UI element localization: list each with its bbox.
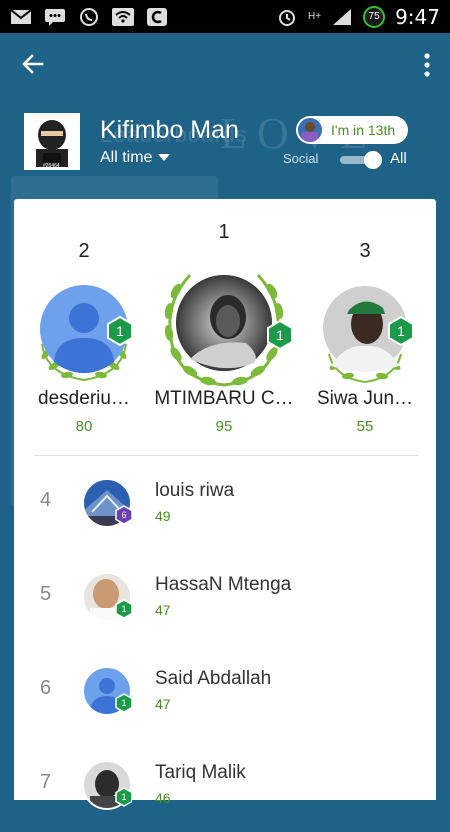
podium-rank: 1	[218, 221, 230, 243]
list-score: 47	[155, 602, 171, 618]
avatar: 6	[82, 478, 132, 528]
podium-score: 55	[356, 418, 374, 435]
list-item[interactable]: 6 1 Said Abdallah 47	[14, 644, 436, 738]
podium-first[interactable]: 1 1 MTIMBARU C… 95	[150, 221, 298, 437]
my-rank-pill[interactable]: I'm in 13th	[296, 116, 408, 144]
level-badge-text: 6	[121, 510, 126, 520]
level-badge-text: 1	[397, 323, 405, 339]
list-name: HassaN Mtenga	[155, 574, 292, 595]
whatsapp-icon	[80, 7, 98, 26]
podium-third[interactable]: 3 1 Siwa Jun… 55	[305, 237, 425, 437]
all-label: All	[390, 150, 407, 167]
list-name: Said Abdallah	[155, 668, 272, 689]
podium-name: desderiu…	[38, 388, 130, 409]
player-name: Kifimbo Man	[100, 116, 239, 144]
list-rank: 4	[40, 489, 52, 511]
avatar: 1	[82, 666, 132, 716]
more-vertical-icon[interactable]	[422, 51, 432, 79]
list-item[interactable]: 4 6 louis riwa 49	[14, 456, 436, 550]
podium-name: MTIMBARU C…	[154, 388, 294, 409]
dropdown-arrow-icon	[158, 154, 171, 161]
avatar-tag: #26464	[43, 163, 60, 169]
avatar: 1	[323, 286, 414, 384]
arrow-left-icon[interactable]	[20, 51, 46, 77]
level-badge-text: 1	[121, 698, 126, 708]
network-indicator: H+	[308, 11, 322, 22]
list-rank: 6	[40, 677, 52, 699]
list-score: 47	[155, 696, 171, 712]
list-score: 49	[155, 508, 171, 524]
timeframe-label: All time	[100, 149, 153, 166]
podium-name: Siwa Jun…	[316, 388, 414, 409]
my-rank-avatar	[298, 118, 322, 142]
my-rank-text: I'm in 13th	[331, 122, 396, 138]
leaderboard-card: 2 1 desderiu… 80 1 1 MTIMBARU C… 95 3 1 …	[14, 199, 436, 810]
avatar: 1	[164, 273, 293, 387]
battery-icon: 75	[363, 5, 386, 28]
list-item[interactable]: 7 1 Tariq Malik 46	[14, 738, 436, 832]
timeframe-dropdown[interactable]: All time	[100, 149, 171, 167]
clock: 9:47	[395, 4, 440, 29]
podium-score: 80	[75, 418, 93, 435]
list-rank: 7	[40, 771, 52, 793]
app-bar	[0, 33, 450, 97]
battery-level: 75	[368, 11, 380, 22]
podium-rank: 3	[359, 240, 371, 262]
wifi-icon	[112, 7, 134, 26]
social-all-toggle[interactable]	[340, 151, 382, 169]
list-name: Tariq Malik	[155, 762, 246, 783]
level-badge-text: 1	[116, 323, 124, 339]
podium-second[interactable]: 2 1 desderiu… 80	[24, 237, 144, 437]
avatar: 1	[82, 760, 132, 810]
message-icon	[45, 8, 65, 26]
level-badge-text: 1	[121, 604, 126, 614]
status-bar: H+ 75 9:47	[0, 0, 450, 33]
level-badge-text: 1	[276, 327, 284, 343]
social-label: Social	[283, 151, 319, 166]
list-score: 46	[155, 790, 171, 806]
podium-rank: 2	[78, 240, 90, 262]
avatar: 1	[82, 572, 132, 622]
list-rank: 5	[40, 583, 52, 605]
podium-score: 95	[215, 418, 233, 435]
list-name: louis riwa	[155, 480, 235, 501]
signal-icon	[333, 8, 352, 25]
avatar: 1	[40, 285, 133, 382]
gmail-icon	[10, 8, 32, 24]
list-item[interactable]: 5 1 HassaN Mtenga 47	[14, 550, 436, 644]
player-avatar[interactable]: #26464	[24, 113, 80, 170]
alarm-icon	[279, 9, 296, 26]
app-notification-icon	[147, 7, 167, 26]
level-badge-text: 1	[121, 792, 126, 802]
